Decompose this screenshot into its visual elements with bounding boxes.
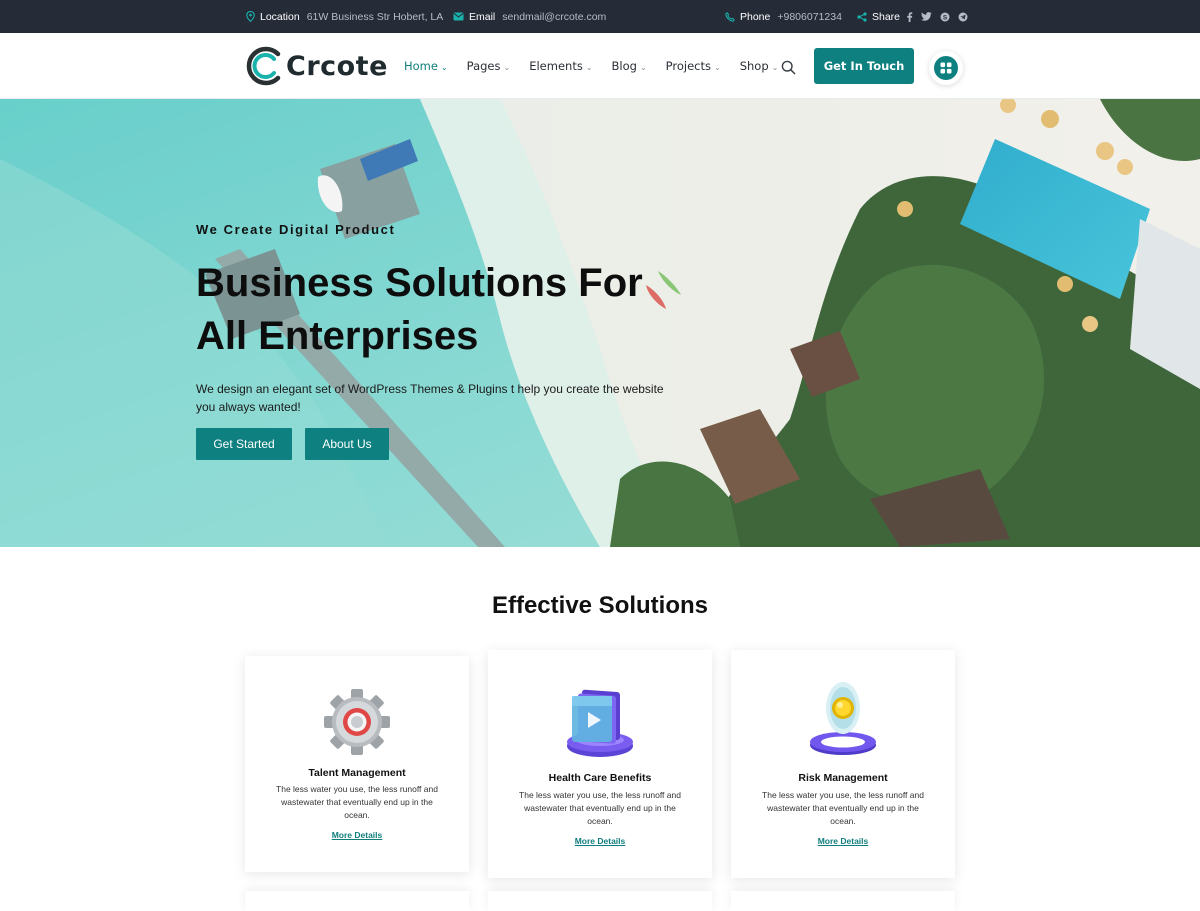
logo-text: Crcote bbox=[286, 50, 388, 82]
telegram-icon[interactable] bbox=[958, 12, 968, 22]
solution-card-talent: Talent Management The less water you use… bbox=[245, 656, 469, 872]
video-folder-icon bbox=[567, 689, 633, 757]
map-pin-icon bbox=[246, 11, 255, 22]
site-logo[interactable]: Crcote bbox=[245, 44, 388, 88]
location-label: Location bbox=[260, 10, 300, 23]
card-description: The less water you use, the less runoff … bbox=[276, 784, 438, 820]
main-navigation: Home ⌄ Pages ⌄ Elements ⌄ Blog ⌄ Project… bbox=[404, 33, 797, 99]
hero-headline-line1: Business Solutions For bbox=[196, 261, 643, 305]
phone-icon bbox=[725, 11, 735, 22]
nav-item-label: Shop bbox=[739, 59, 769, 73]
nav-item-label: Projects bbox=[665, 59, 711, 73]
search-icon bbox=[781, 60, 795, 74]
chevron-down-icon: ⌄ bbox=[440, 62, 448, 72]
more-details-link[interactable]: More Details bbox=[245, 830, 469, 840]
topbar-phone[interactable]: Phone +9806071234 bbox=[725, 0, 842, 33]
phone-label: Phone bbox=[740, 10, 771, 23]
solutions-title: Effective Solutions bbox=[491, 592, 709, 619]
more-details-link[interactable]: More Details bbox=[731, 836, 955, 846]
social-links: S bbox=[906, 0, 968, 33]
email-value[interactable]: sendmail@crcote.com bbox=[502, 11, 606, 23]
grid-menu-icon bbox=[934, 56, 958, 80]
chevron-down-icon: ⌄ bbox=[714, 62, 721, 72]
offcanvas-menu-button[interactable] bbox=[929, 51, 963, 85]
chevron-down-icon: ⌄ bbox=[585, 62, 593, 72]
nav-item-label: Pages bbox=[466, 59, 501, 73]
location-value: 61W Business Str Hobert, LA bbox=[306, 10, 444, 23]
nav-item-projects[interactable]: Projects ⌄ bbox=[666, 59, 721, 73]
about-us-button[interactable]: About Us bbox=[305, 428, 389, 460]
chevron-down-icon: ⌄ bbox=[503, 62, 511, 72]
hero-headline: Business Solutions For All Enterprises bbox=[196, 257, 716, 363]
nav-item-blog[interactable]: Blog ⌄ bbox=[612, 59, 647, 73]
facebook-icon[interactable] bbox=[906, 11, 913, 22]
skype-icon[interactable]: S bbox=[940, 12, 950, 22]
card-title: Talent Management bbox=[308, 767, 406, 779]
nav-item-home[interactable]: Home ⌄ bbox=[404, 59, 448, 73]
nav-item-pages[interactable]: Pages ⌄ bbox=[467, 59, 511, 73]
nav-item-label: Blog bbox=[611, 59, 637, 73]
chevron-down-icon: ⌄ bbox=[639, 62, 647, 72]
hero-kicker: We Create Digital Product bbox=[196, 222, 396, 237]
solution-card-next bbox=[488, 891, 712, 911]
nav-item-label: Elements bbox=[529, 59, 583, 73]
gear-icon bbox=[324, 689, 390, 755]
logo-mark-icon bbox=[246, 46, 281, 86]
email-label: Email bbox=[469, 10, 496, 23]
more-details-link[interactable]: More Details bbox=[488, 836, 712, 846]
nav-item-label: Home bbox=[404, 59, 438, 73]
get-in-touch-button[interactable]: Get In Touch bbox=[814, 48, 914, 84]
share-icon bbox=[857, 11, 867, 22]
hero-headline-line2: All Enterprises bbox=[196, 314, 479, 358]
share-label: Share bbox=[872, 10, 901, 23]
solution-card-risk: Risk Management The less water you use, … bbox=[731, 650, 955, 878]
twitter-icon[interactable] bbox=[921, 12, 932, 21]
site-header: Crcote Home ⌄ Pages ⌄ Elements ⌄ Blog ⌄ … bbox=[0, 33, 1200, 99]
nav-item-elements[interactable]: Elements ⌄ bbox=[529, 59, 592, 73]
solution-card-next bbox=[731, 891, 955, 911]
nav-item-shop[interactable]: Shop ⌄ bbox=[740, 59, 779, 73]
card-title: Risk Management bbox=[798, 772, 888, 784]
location-ring-icon bbox=[810, 682, 876, 755]
hero-description: We design an elegant set of WordPress Th… bbox=[196, 382, 664, 414]
card-title: Health Care Benefits bbox=[548, 772, 652, 784]
svg-text:S: S bbox=[943, 14, 948, 21]
search-button[interactable] bbox=[778, 57, 798, 77]
phone-value[interactable]: +9806071234 bbox=[777, 11, 842, 23]
topbar-email[interactable]: Email sendmail@crcote.com bbox=[453, 0, 606, 33]
topbar-share[interactable]: Share bbox=[857, 0, 900, 33]
topbar-location: Location 61W Business Str Hobert, LA bbox=[246, 0, 443, 33]
hero-section: We Create Digital Product Business Solut… bbox=[0, 99, 1200, 547]
solution-card-health: Health Care Benefits The less water you … bbox=[488, 650, 712, 878]
solution-card-next bbox=[245, 891, 469, 911]
get-started-button[interactable]: Get Started bbox=[196, 428, 292, 460]
top-info-bar: Location 61W Business Str Hobert, LA Ema… bbox=[0, 0, 1200, 33]
envelope-icon bbox=[453, 12, 464, 21]
card-description: The less water you use, the less runoff … bbox=[519, 790, 681, 826]
card-description: The less water you use, the less runoff … bbox=[762, 790, 924, 826]
